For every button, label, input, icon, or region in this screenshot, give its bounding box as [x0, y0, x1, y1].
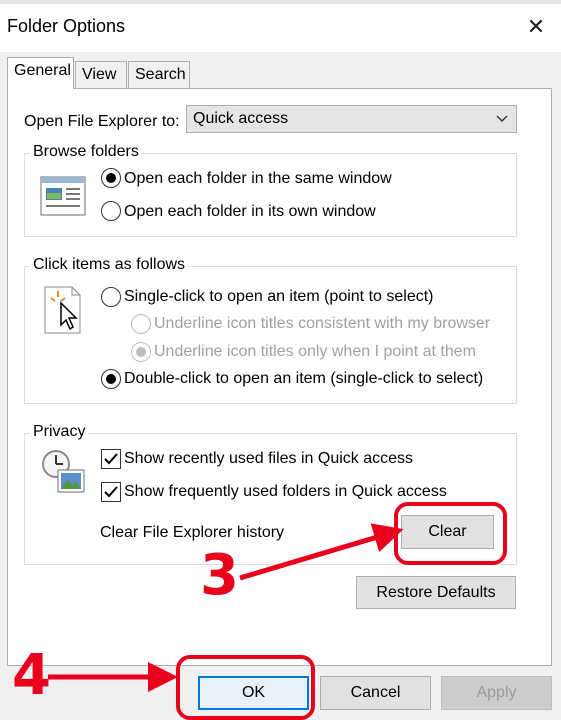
double-click-label[interactable]: Double-click to open an item (single-cli…: [124, 370, 483, 388]
underline-point-label: Underline icon titles only when I point …: [154, 343, 476, 360]
tab-search[interactable]: Search: [128, 61, 190, 88]
open-to-dropdown[interactable]: Quick access: [186, 105, 517, 133]
step-4-number: 4: [12, 643, 51, 708]
restore-defaults-button[interactable]: Restore Defaults: [356, 576, 516, 609]
window-title: Folder Options: [7, 16, 126, 36]
recent-files-checkbox[interactable]: [101, 449, 121, 469]
double-click-radio[interactable]: [101, 369, 121, 389]
open-to-value: Quick access: [193, 110, 289, 127]
tab-view[interactable]: View: [75, 61, 127, 88]
checkmark-icon: [104, 453, 118, 465]
recent-files-label[interactable]: Show recently used files in Quick access: [124, 450, 413, 468]
own-window-radio[interactable]: [101, 201, 121, 221]
single-click-label[interactable]: Single-click to open an item (point to s…: [124, 288, 433, 306]
clear-history-label: Clear File Explorer history: [100, 524, 285, 541]
own-window-label[interactable]: Open each folder in its own window: [124, 203, 376, 221]
ok-highlight-outline: [176, 655, 315, 720]
title-bar-top-strip: [0, 0, 561, 4]
browse-folders-group: [24, 153, 517, 237]
same-window-radio[interactable]: [101, 168, 121, 188]
close-icon[interactable]: ✕: [520, 12, 552, 42]
privacy-title: Privacy: [30, 423, 89, 441]
clear-highlight-outline: [394, 502, 507, 565]
clock-privacy-icon: [42, 450, 85, 493]
folder-window-icon: [40, 176, 86, 216]
single-click-radio[interactable]: [101, 287, 121, 307]
frequent-folders-label[interactable]: Show frequently used folders in Quick ac…: [124, 483, 447, 501]
underline-browser-label: Underline icon titles consistent with my…: [154, 315, 491, 332]
browse-folders-title: Browse folders: [30, 143, 142, 161]
underline-point-radio[interactable]: [131, 342, 151, 362]
pointer-click-icon: [44, 286, 81, 334]
underline-browser-radio[interactable]: [131, 314, 151, 334]
tab-general[interactable]: General: [7, 57, 74, 89]
same-window-label[interactable]: Open each folder in the same window: [124, 170, 392, 188]
click-items-title: Click items as follows: [30, 256, 189, 274]
cancel-button[interactable]: Cancel: [320, 676, 431, 710]
step-3-number: 3: [200, 543, 239, 608]
checkmark-icon: [104, 486, 118, 498]
open-to-label: Open File Explorer to:: [24, 113, 180, 130]
chevron-down-icon: [496, 115, 508, 122]
apply-button[interactable]: Apply: [441, 676, 552, 710]
frequent-folders-checkbox[interactable]: [101, 482, 121, 502]
